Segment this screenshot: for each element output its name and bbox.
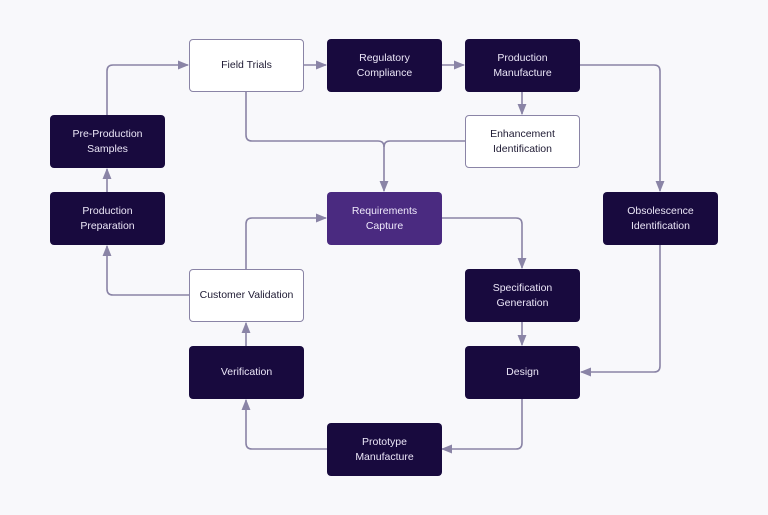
- node-enhancement-identification: Enhancement Identification: [465, 115, 580, 168]
- node-label: Prototype Manufacture: [355, 435, 414, 463]
- node-pre-production-samples: Pre-Production Samples: [50, 115, 165, 168]
- node-obsolescence-identification: Obsolescence Identification: [603, 192, 718, 245]
- node-label: Production Preparation: [80, 204, 135, 232]
- node-requirements-capture: Requirements Capture: [327, 192, 442, 245]
- node-customer-validation: Customer Validation: [189, 269, 304, 322]
- edge-design-to-prototype: [440, 399, 523, 454]
- node-label: Obsolescence Identification: [627, 204, 694, 232]
- edge-obsolescence-to-design: [579, 245, 661, 377]
- node-production-preparation: Production Preparation: [50, 192, 165, 245]
- edge-prototype-to-verification: [241, 398, 327, 450]
- node-label: Customer Validation: [199, 289, 294, 301]
- edge-customer-validation-to-requirements: [245, 213, 328, 269]
- node-production-manufacture: Production Manufacture: [465, 39, 580, 92]
- node-label: Production Manufacture: [493, 51, 552, 79]
- node-label: Specification Generation: [492, 281, 553, 309]
- node-label: Verification: [220, 366, 273, 378]
- edge-production-manufacture-to-obsolescence: [580, 64, 665, 193]
- edge-field-trials-to-requirements: [245, 91, 389, 193]
- edge-enhancement-to-requirements: [383, 140, 465, 148]
- node-label: Pre-Production Samples: [72, 127, 143, 155]
- node-design: Design: [465, 346, 580, 399]
- node-label: Design: [506, 366, 539, 378]
- node-label: Requirements Capture: [351, 204, 418, 232]
- edge-customer-validation-to-production-preparation: [102, 244, 189, 296]
- node-prototype-manufacture: Prototype Manufacture: [327, 423, 442, 476]
- node-specification-generation: Specification Generation: [465, 269, 580, 322]
- node-label: Field Trials: [221, 59, 272, 71]
- edge-pre-production-to-field-trials: [106, 60, 190, 115]
- node-label: Enhancement Identification: [490, 127, 555, 155]
- node-verification: Verification: [189, 346, 304, 399]
- node-regulatory-compliance: Regulatory Compliance: [327, 39, 442, 92]
- edge-requirements-to-specification: [441, 217, 527, 270]
- node-label: Regulatory Compliance: [356, 51, 413, 79]
- node-field-trials: Field Trials: [189, 39, 304, 92]
